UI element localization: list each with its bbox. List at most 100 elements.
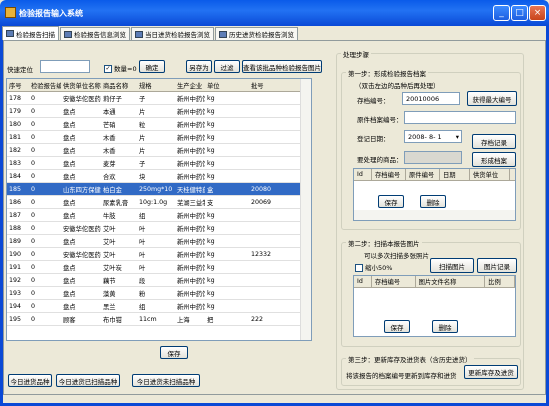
- confirm-button[interactable]: 确定: [139, 60, 165, 73]
- table-row[interactable]: 188 0 安徽华佗医药有限司艾叶 叶 新州中药饮片有kg: [7, 222, 311, 235]
- today-scanned-button[interactable]: 今日进货已扫描品种: [56, 374, 120, 387]
- table-cell: 0: [31, 211, 36, 219]
- table-row[interactable]: 186 0 盘点 尿素乳膏 10g:1.0g 芜湖三益制药有支 200696906: [7, 196, 311, 209]
- horizontal-scrollbar[interactable]: [354, 210, 515, 220]
- table-cell: 185: [9, 185, 22, 193]
- step2-delete-button[interactable]: 删除: [432, 320, 458, 333]
- image-record-button[interactable]: 图片记录: [477, 258, 517, 273]
- table-cell: 盘点: [63, 134, 76, 142]
- table-cell: kg: [207, 172, 215, 180]
- shrink-checkbox[interactable]: 缩小50%: [355, 262, 392, 272]
- table-cell: 193: [9, 289, 22, 297]
- table-row[interactable]: 185 0 山东四方保健品有限公司柏白金 250mg*10 天桂健特药业有盒 200806…: [7, 183, 311, 196]
- table-row[interactable]: 192 0 盘点 藕节 段 新州中药饮片有kg: [7, 274, 311, 287]
- view-batch-images-button[interactable]: 查看该批品种检验报告图片: [242, 60, 322, 73]
- table-cell: 0: [31, 250, 36, 258]
- tab-browse[interactable]: 检验报告信息浏览: [60, 27, 130, 40]
- archive-list[interactable]: Id 存档编号 原件编号 日期 供货单位 保存 删除: [353, 168, 516, 221]
- table-cell: kg: [207, 302, 215, 310]
- save-record-button[interactable]: 存档记录: [472, 134, 516, 149]
- table-row[interactable]: 190 0 安徽华佗医药有限司艾叶 叶 新州中药饮片有kg 123321123: [7, 248, 311, 261]
- table-cell: 新州中药饮片有: [177, 212, 205, 220]
- today-unscanned-button[interactable]: 今日进货未扫描品种: [132, 374, 200, 387]
- table-row[interactable]: 194 0 盘点 黑兰 组 新州中药饮片有kg: [7, 300, 311, 313]
- table-cell: 186: [9, 198, 22, 206]
- table-row[interactable]: 195 0 顾客 布巾钳 11cm 上海 把 222: [7, 313, 311, 326]
- table-cell: 芒硝: [103, 121, 116, 129]
- tab-scan[interactable]: 检验报告扫描: [2, 26, 59, 40]
- table-row[interactable]: 180 0 盘点 芒硝 粒 新州中药饮片有kg: [7, 118, 311, 131]
- table-cell: 250mg*10: [139, 185, 173, 193]
- table-cell: 盘点: [63, 277, 76, 285]
- table-cell: 新州中药饮片有: [177, 147, 205, 155]
- today-items-button[interactable]: 今日进货品种: [8, 374, 52, 387]
- table-cell: 盘点: [63, 264, 76, 272]
- image-list[interactable]: Id 存档编号 图片文件名称 比例 保存 删除: [353, 275, 516, 337]
- tab-history[interactable]: 历史进货检验报告浏览: [215, 27, 298, 40]
- table-cell: 盘点: [63, 108, 76, 116]
- table-cell: 0: [31, 159, 36, 167]
- minimize-button[interactable]: _: [493, 5, 510, 21]
- orig-no-input[interactable]: [404, 111, 516, 124]
- grid-icon: [219, 30, 227, 38]
- table-cell: 181: [9, 133, 22, 141]
- table-cell: kg: [207, 94, 215, 102]
- orig-no-label: 原件档案编号：: [357, 116, 403, 124]
- table-cell: 11cm: [139, 315, 157, 323]
- table-cell: 盘点: [63, 160, 76, 168]
- table-cell: 新州中药饮片有: [177, 251, 205, 259]
- chevron-down-icon: ▾: [455, 132, 459, 141]
- table-cell: 安徽华佗医药有限司: [63, 225, 101, 233]
- save-as-button[interactable]: 另存为: [186, 60, 212, 73]
- locate-input[interactable]: [40, 60, 90, 73]
- table-cell: 新州中药饮片有: [177, 108, 205, 116]
- table-row[interactable]: 183 0 盘点 麦芽 子 新州中药饮片有kg: [7, 157, 311, 170]
- get-max-number-button[interactable]: 获得最大编号: [467, 91, 517, 106]
- archive-no-input[interactable]: 20010006: [402, 92, 460, 105]
- table-row[interactable]: 178 0 安徽华佗医药有限司莉仔子 子 新州中药饮片有kg: [7, 92, 311, 105]
- filter-button[interactable]: 过滤: [214, 60, 240, 73]
- table-cell: kg: [207, 250, 215, 258]
- table-cell: 麦芽: [103, 160, 116, 168]
- date-picker[interactable]: 2008- 8- 1 ▾: [404, 130, 462, 143]
- vertical-scrollbar[interactable]: [300, 79, 311, 340]
- table-cell: 新州中药饮片有: [177, 277, 205, 285]
- table-row[interactable]: 189 0 盘点 艾叶 叶 新州中药饮片有kg: [7, 235, 311, 248]
- table-cell: 新州中药饮片有: [177, 95, 205, 103]
- qty-checkbox[interactable]: ✓ 数量=0: [104, 63, 137, 73]
- table-row[interactable]: 184 0 盘点 合欢 块 新州中药饮片有kg: [7, 170, 311, 183]
- table-row[interactable]: 193 0 盘点 藻黄 粉 新州中药饮片有kg: [7, 287, 311, 300]
- scan-image-button[interactable]: 扫描图片: [430, 258, 474, 273]
- table-cell: 山东四方保健品有限公司: [63, 186, 101, 194]
- archived-label: 要处理的商品：: [357, 156, 403, 164]
- table-cell: 布巾钳: [103, 316, 122, 324]
- table-cell: 叶: [139, 264, 146, 272]
- table-row[interactable]: 187 0 盘点 牛肢 组 新州中药饮片有kg: [7, 209, 311, 222]
- table-cell: kg: [207, 159, 215, 167]
- table-row[interactable]: 181 0 盘点 木香 片 新州中药饮片有kg: [7, 131, 311, 144]
- table-cell: 艾叶炭: [103, 264, 122, 272]
- table-cell: kg: [207, 263, 215, 271]
- product-table[interactable]: 序号 检验报告编号 供货单位名称 商品名称 规格 生产企业 单位 批号 178 0…: [6, 78, 312, 341]
- table-row[interactable]: 182 0 盘点 木香 片 新州中药饮片有kg: [7, 144, 311, 157]
- table-cell: 179: [9, 107, 22, 115]
- save-button[interactable]: 保存: [160, 346, 188, 359]
- table-cell: 新州中药饮片有: [177, 121, 205, 129]
- archived-input[interactable]: [404, 151, 462, 164]
- table-cell: 0: [31, 276, 36, 284]
- table-row[interactable]: 191 0 盘点 艾叶炭 叶 新州中药饮片有kg: [7, 261, 311, 274]
- step1-save-button[interactable]: 保存: [378, 195, 404, 208]
- table-cell: kg: [207, 224, 215, 232]
- step2-save-button[interactable]: 保存: [384, 320, 410, 333]
- table-cell: 木香: [103, 147, 116, 155]
- tab-today[interactable]: 当日进货检验报告浏览: [131, 27, 214, 40]
- step1-delete-button[interactable]: 删除: [420, 195, 446, 208]
- maximize-button[interactable]: □: [511, 5, 528, 21]
- close-button[interactable]: ×: [529, 5, 546, 21]
- update-stock-button[interactable]: 更新库存及进货: [464, 365, 518, 379]
- step1-subtitle: （双击左边的品种后再处理）: [355, 82, 440, 90]
- table-cell: 192: [9, 276, 22, 284]
- table-row[interactable]: 179 0 盘点 本通 片 新州中药饮片有kg: [7, 105, 311, 118]
- table-cell: 0: [31, 185, 36, 193]
- form-archive-button[interactable]: 形成档案: [472, 152, 516, 167]
